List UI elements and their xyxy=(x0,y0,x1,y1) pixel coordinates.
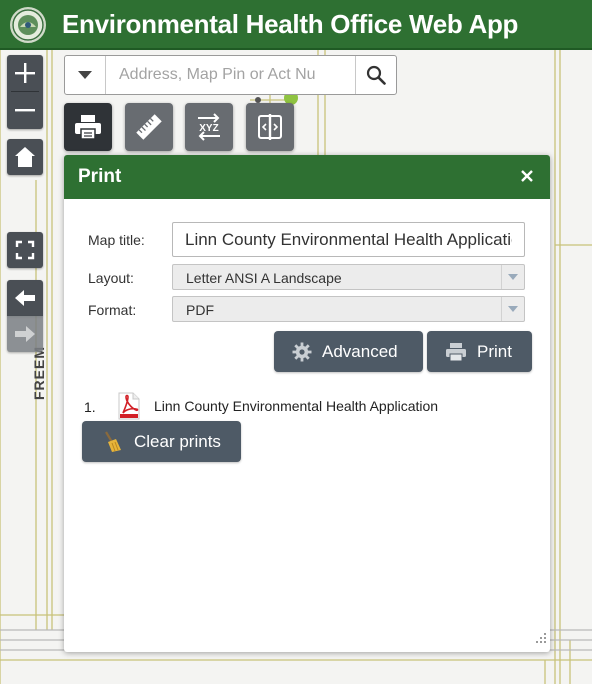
fullscreen-icon xyxy=(15,240,35,260)
close-panel-button[interactable] xyxy=(516,165,538,187)
ruler-icon xyxy=(136,114,162,140)
zoom-out-button[interactable] xyxy=(7,92,43,128)
print-panel-header: Print xyxy=(64,155,550,199)
advanced-button[interactable]: Advanced xyxy=(274,331,423,372)
clear-prints-label: Clear prints xyxy=(134,431,221,451)
coordinate-xyz-icon: XYZ xyxy=(198,113,220,141)
printer-icon xyxy=(445,342,467,362)
print-result-number: 1. xyxy=(84,399,96,415)
layout-select[interactable]: Letter ANSI A Landscape xyxy=(172,264,525,290)
fullscreen-button[interactable] xyxy=(7,232,43,268)
print-panel-title: Print xyxy=(78,166,122,187)
search-button[interactable] xyxy=(355,56,396,94)
map-title-label: Map title: xyxy=(88,232,145,248)
close-icon xyxy=(521,170,533,182)
format-dropdown-arrow[interactable] xyxy=(501,297,524,321)
map-title-input[interactable] xyxy=(173,223,524,256)
layout-dropdown-arrow[interactable] xyxy=(501,265,524,289)
map-title-field xyxy=(172,222,525,257)
caret-down-icon xyxy=(508,306,518,312)
print-result-item: 1. Linn County Environmental Health Appl… xyxy=(84,392,524,420)
print-panel: Print Map title: Layout: Letter ANSI A L… xyxy=(64,155,550,652)
street-label: FREEM xyxy=(31,346,47,400)
advanced-button-label: Advanced xyxy=(322,341,398,361)
coordinate-tool-button[interactable]: XYZ xyxy=(185,103,233,151)
previous-extent-button[interactable] xyxy=(7,280,43,316)
measure-tool-button[interactable] xyxy=(125,103,173,151)
caret-down-icon xyxy=(78,71,92,79)
home-button[interactable] xyxy=(7,139,43,175)
zoom-in-button[interactable] xyxy=(7,55,43,91)
app-title: Environmental Health Office Web App xyxy=(62,9,519,39)
arrow-left-icon xyxy=(15,290,35,306)
layout-selected-value: Letter ANSI A Landscape xyxy=(186,270,342,286)
search-source-dropdown[interactable] xyxy=(65,56,106,94)
county-seal-logo xyxy=(10,7,46,43)
arrow-right-icon xyxy=(15,326,35,342)
clear-prints-button[interactable]: Clear prints xyxy=(82,421,241,462)
print-button[interactable]: Print xyxy=(427,331,532,372)
home-icon xyxy=(15,147,35,167)
format-label: Format: xyxy=(88,302,137,318)
format-selected-value: PDF xyxy=(186,302,214,318)
gear-icon xyxy=(292,342,312,362)
next-extent-button[interactable] xyxy=(7,316,43,352)
print-button-label: Print xyxy=(477,341,512,361)
zoom-controls xyxy=(7,55,43,129)
app-header: Environmental Health Office Web App xyxy=(0,0,592,50)
plus-icon xyxy=(15,63,35,83)
search-bar xyxy=(64,55,397,95)
print-tool-button[interactable] xyxy=(64,103,112,151)
search-icon xyxy=(366,65,386,85)
print-result-link[interactable]: Linn County Environmental Health Applica… xyxy=(154,398,438,414)
search-input[interactable] xyxy=(106,56,356,94)
broom-icon xyxy=(102,430,122,453)
swipe-icon xyxy=(258,114,282,140)
layout-label: Layout: xyxy=(88,270,134,286)
caret-down-icon xyxy=(508,274,518,280)
resize-handle-icon[interactable] xyxy=(535,631,547,649)
xyz-label: XYZ xyxy=(199,123,218,134)
printer-icon xyxy=(75,115,101,140)
minus-icon xyxy=(15,109,35,112)
format-select[interactable]: PDF xyxy=(172,296,525,322)
swipe-tool-button[interactable] xyxy=(246,103,294,151)
